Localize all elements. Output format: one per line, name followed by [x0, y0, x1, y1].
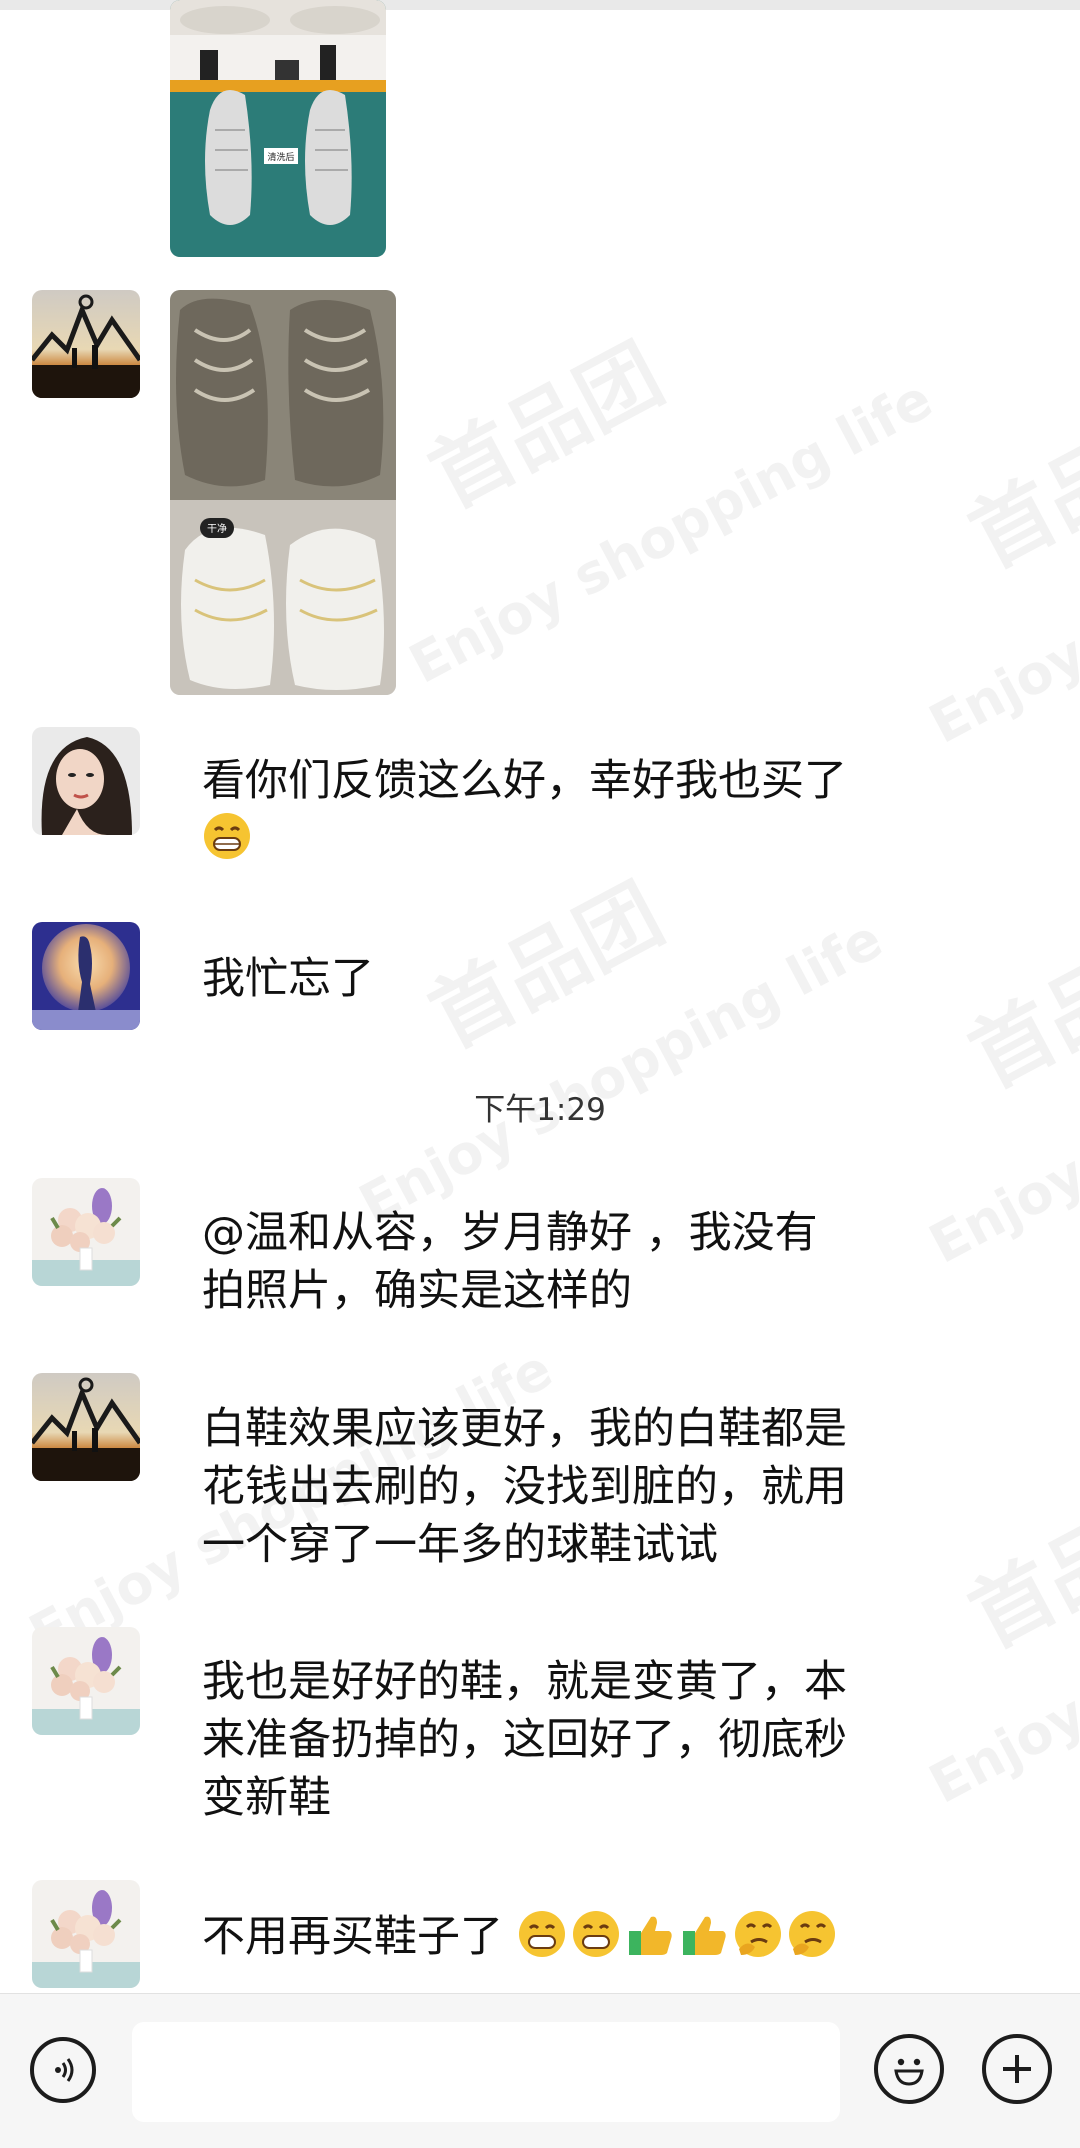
- watermark-brand: 首品团: [955, 906, 1080, 1107]
- message-text: 不用再买鞋子了: [202, 1908, 1002, 1966]
- watermark-slogan: Enjoy shopping life: [919, 427, 1080, 756]
- watermark-brand: 首品团: [955, 386, 1080, 587]
- watermark-slogan: Enjoy shopping life: [399, 367, 943, 696]
- message-line: @温和从容，岁月静好 ，我没有: [202, 1208, 818, 1258]
- dirty-sneakers-before-after-photo: 干净: [170, 290, 396, 695]
- message-line: 白鞋效果应该更好，我的白鞋都是: [202, 1404, 847, 1454]
- message-line: 看你们反馈这么好，幸好我也买了: [202, 756, 847, 806]
- avatar[interactable]: [32, 1627, 140, 1735]
- flower-bouquet-avatar: [32, 1627, 140, 1735]
- watermark-slogan: Enjoy shopping life: [919, 1487, 1080, 1816]
- watermark-brand: 首品团: [415, 326, 678, 527]
- message-line: 变新鞋: [202, 1773, 331, 1823]
- message-input[interactable]: [132, 2022, 840, 2122]
- image-caption: 干净: [207, 522, 227, 535]
- watermark-brand: 首品团: [955, 1466, 1080, 1667]
- woman-portrait-avatar: [32, 727, 140, 835]
- thinking-emoji: [734, 1911, 781, 1957]
- voice-icon: [55, 2058, 74, 2082]
- voice-button[interactable]: [30, 2037, 96, 2103]
- message-line: 我也是好好的鞋，就是变黄了，本: [202, 1657, 847, 1707]
- flower-bouquet-avatar: [32, 1178, 140, 1286]
- message-line: 来准备扔掉的，这回好了，彻底秒: [202, 1715, 847, 1765]
- plus-icon: [1003, 2055, 1031, 2083]
- message-text: 看你们反馈这么好，幸好我也买了: [202, 752, 902, 868]
- message-text: 白鞋效果应该更好，我的白鞋都是 花钱出去刷的，没找到脏的，就用 一个穿了一年多的…: [202, 1400, 902, 1574]
- avatar[interactable]: [32, 1880, 140, 1988]
- message-text: 我也是好好的鞋，就是变黄了，本 来准备扔掉的，这回好了，彻底秒 变新鞋: [202, 1653, 902, 1827]
- avatar[interactable]: [32, 1373, 140, 1481]
- message-line: 不用再买鞋子了: [202, 1912, 503, 1962]
- thinking-emoji: [788, 1911, 835, 1957]
- sunset-silhouette-avatar: [32, 1373, 140, 1481]
- message-line: 一个穿了一年多的球鞋试试: [202, 1520, 718, 1570]
- flower-bouquet-avatar: [32, 1880, 140, 1988]
- avatar[interactable]: [32, 727, 140, 835]
- message-text: 我忙忘了: [202, 950, 902, 1008]
- avatar[interactable]: [32, 922, 140, 1030]
- more-button[interactable]: [982, 2034, 1052, 2104]
- emoji-row: [202, 810, 902, 868]
- message-line: 花钱出去刷的，没找到脏的，就用: [202, 1462, 847, 1512]
- message-line: 拍照片，确实是这样的: [202, 1266, 632, 1316]
- avatar[interactable]: [32, 1178, 140, 1286]
- grin-emoji: [518, 1911, 565, 1957]
- chat-input-bar: [0, 1993, 1080, 2148]
- thumbs-up-emoji: [628, 1916, 672, 1955]
- grin-emoji: [204, 813, 250, 859]
- thumbs-up-emoji: [682, 1916, 726, 1955]
- timestamp: 下午1:29: [474, 1092, 606, 1128]
- grin-emoji: [572, 1911, 619, 1957]
- avatar[interactable]: [32, 290, 140, 398]
- smiley-icon: [894, 2058, 924, 2086]
- message-image[interactable]: 干净: [170, 290, 396, 695]
- moon-silhouette-avatar: [32, 922, 140, 1030]
- message-text: @温和从容，岁月静好 ，我没有 拍照片，确实是这样的: [202, 1204, 902, 1320]
- chat-scroll-area[interactable]: 首品团 Enjoy shopping life 首品团 Enjoy shoppi…: [0, 0, 1080, 1993]
- shoe-before-after-photo: 清洗后: [170, 0, 386, 257]
- message-image[interactable]: 清洗后: [170, 0, 386, 257]
- image-caption: 清洗后: [267, 151, 294, 163]
- emoji-button[interactable]: [874, 2034, 944, 2104]
- message-line: 我忙忘了: [202, 954, 374, 1004]
- sunset-silhouette-avatar: [32, 290, 140, 398]
